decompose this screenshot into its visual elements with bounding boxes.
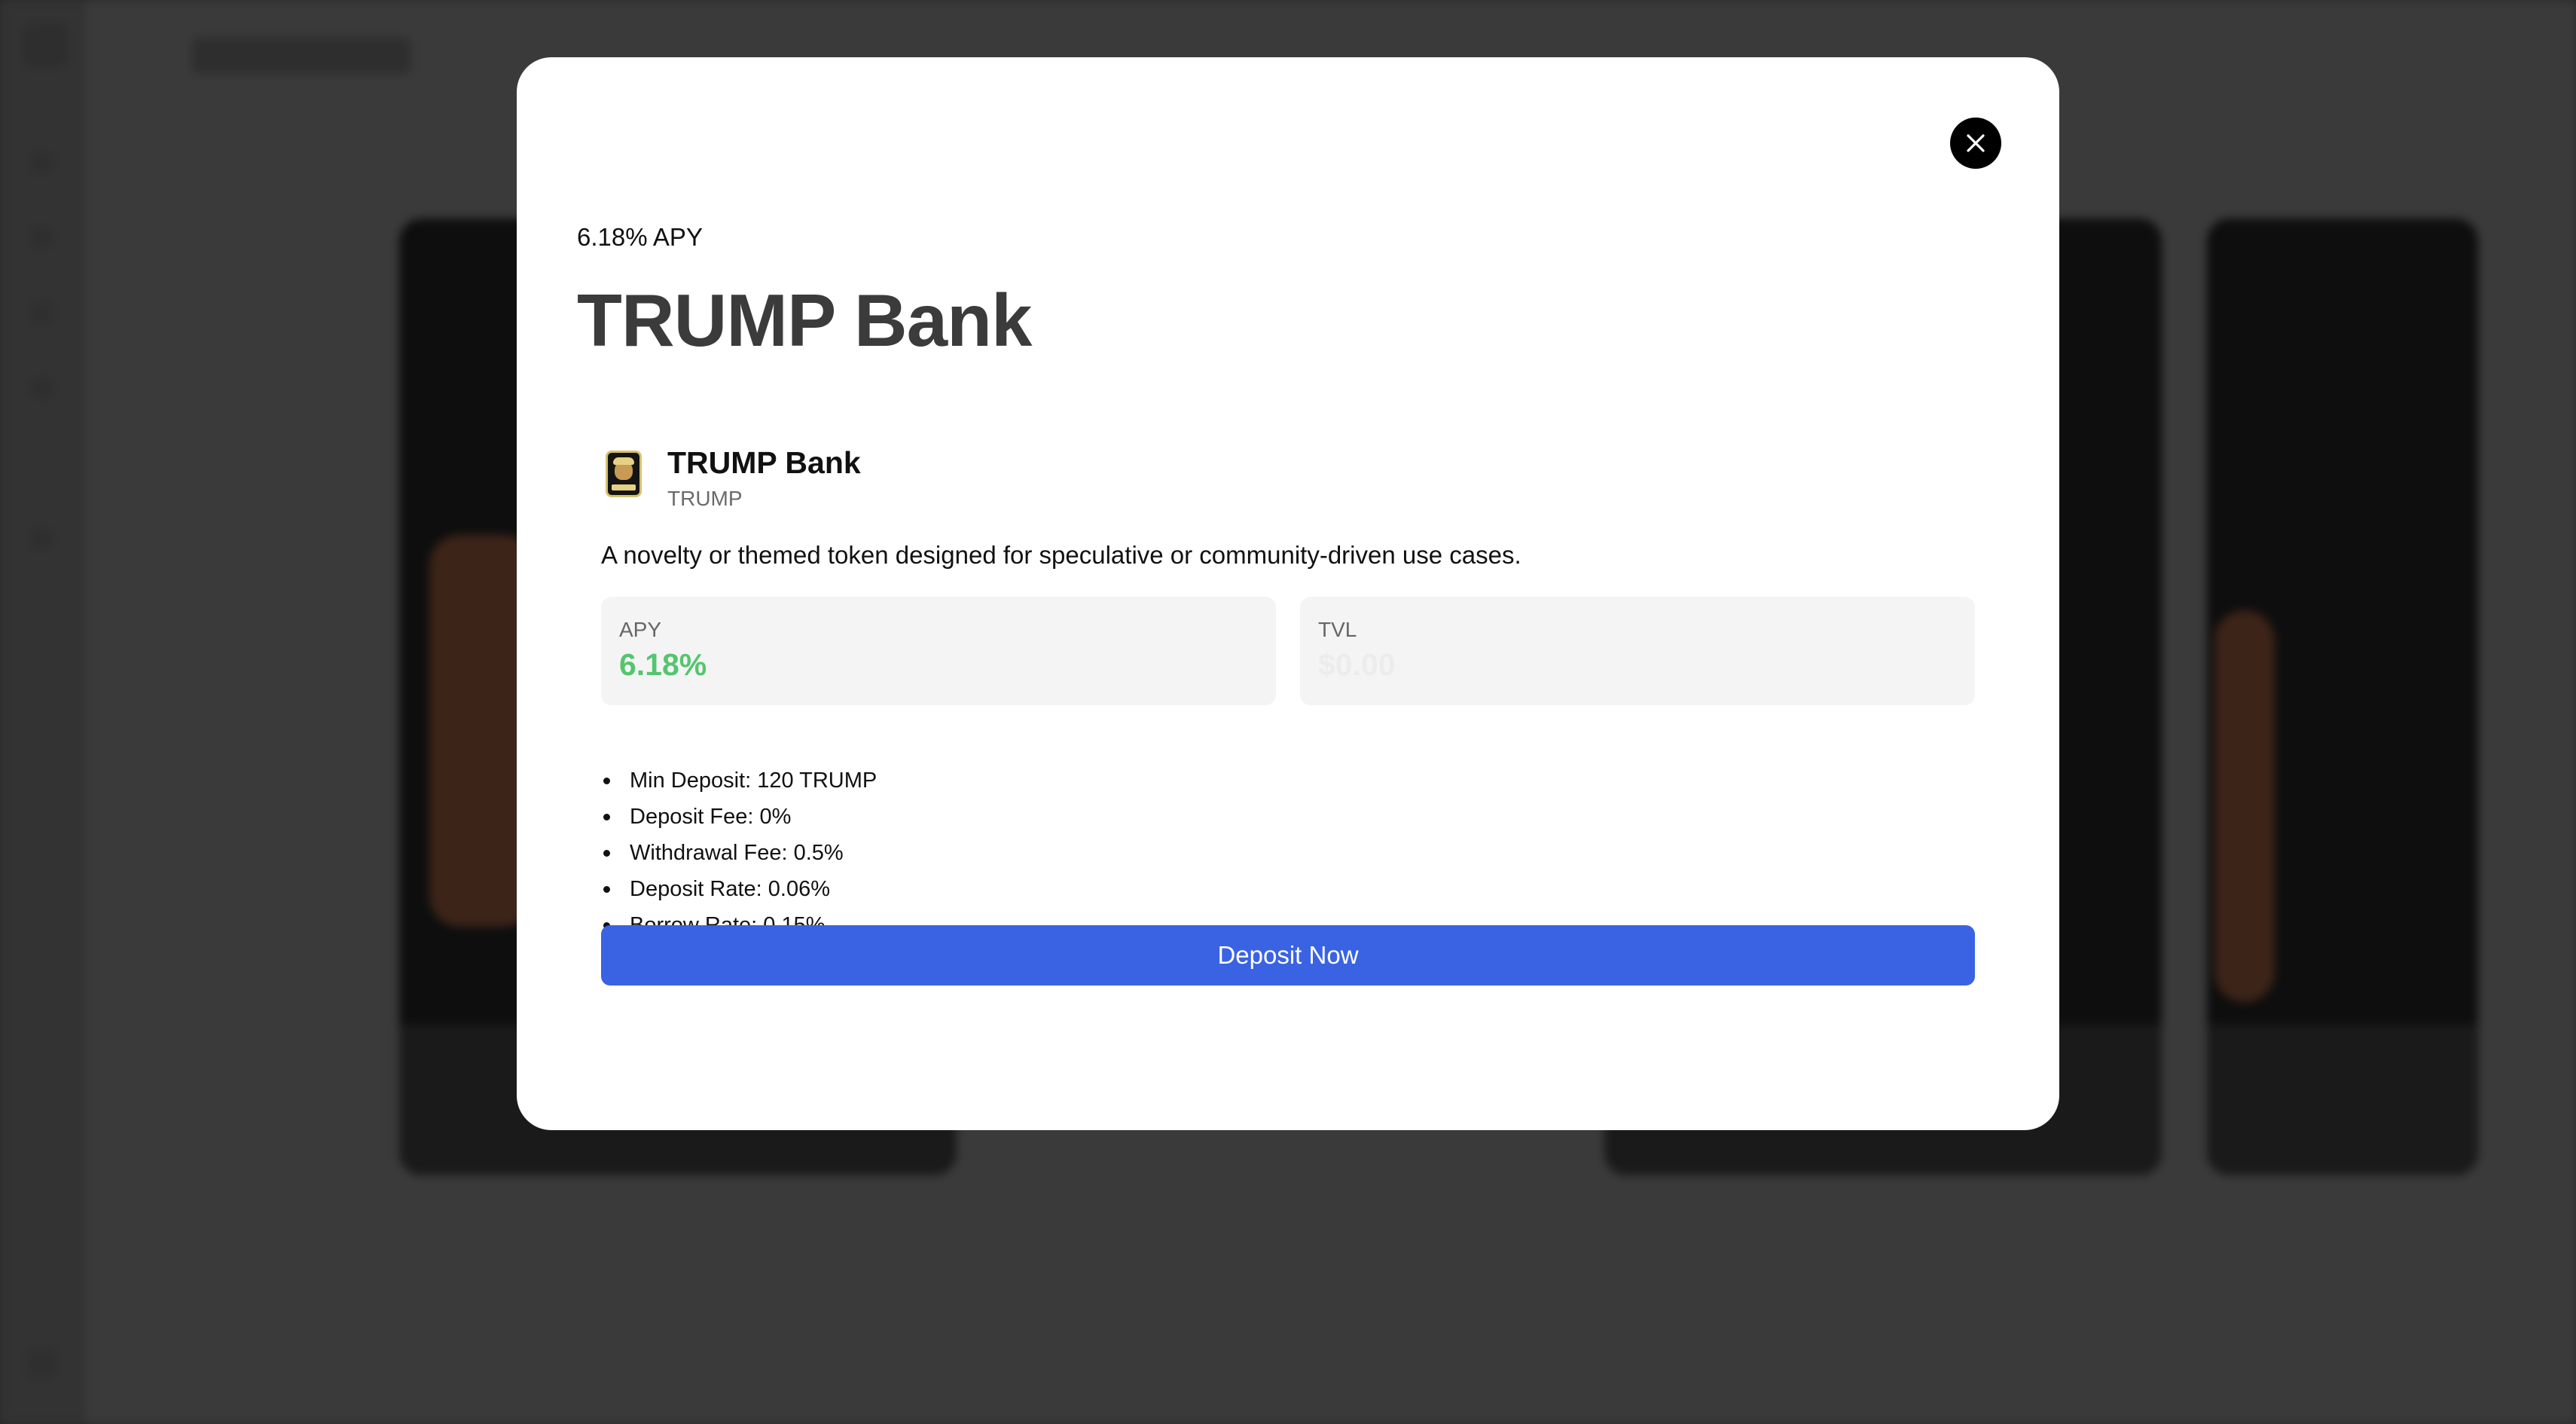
background-nav-icon [30, 377, 53, 399]
close-icon [1967, 134, 1985, 152]
modal-title: TRUMP Bank [577, 279, 1033, 362]
background-nav-icon [30, 226, 53, 249]
background-card [2207, 218, 2478, 1175]
close-button[interactable] [1950, 118, 2001, 169]
background-logo [23, 23, 68, 68]
tvl-label: TVL [1318, 618, 1357, 641]
deposit-now-button[interactable]: Deposit Now [601, 925, 1975, 985]
background-nav-icon [30, 151, 53, 173]
detail-deposit-rate: Deposit Rate: 0.06% [601, 879, 877, 915]
apy-value: 6.18% [619, 647, 707, 682]
background-brand [192, 38, 411, 74]
token-description: A novelty or themed token designed for s… [601, 541, 1521, 569]
background-nav-icon [30, 301, 53, 324]
background-nav-icon [30, 527, 53, 550]
tvl-stat-card: TVL $0.00 [1300, 597, 1975, 705]
apy-label: APY [619, 618, 662, 641]
background-sidebar [0, 0, 84, 1424]
detail-deposit-fee: Deposit Fee: 0% [601, 806, 877, 842]
tvl-value: $0.00 [1318, 647, 1396, 682]
detail-min-deposit: Min Deposit: 120 TRUMP [601, 770, 877, 806]
apy-stat-card: APY 6.18% [601, 597, 1276, 705]
detail-withdrawal-fee: Withdrawal Fee: 0.5% [601, 842, 877, 879]
token-image-icon [606, 451, 642, 497]
background-settings-icon [27, 1349, 57, 1379]
token-symbol: TRUMP [667, 487, 743, 510]
token-name: TRUMP Bank [667, 445, 861, 480]
apy-eyebrow: 6.18% APY [577, 223, 703, 251]
vault-detail-modal: 6.18% APY TRUMP Bank TRUMP Bank TRUMP A … [517, 57, 2059, 1130]
vault-details-list: Min Deposit: 120 TRUMP Deposit Fee: 0% W… [601, 770, 877, 951]
